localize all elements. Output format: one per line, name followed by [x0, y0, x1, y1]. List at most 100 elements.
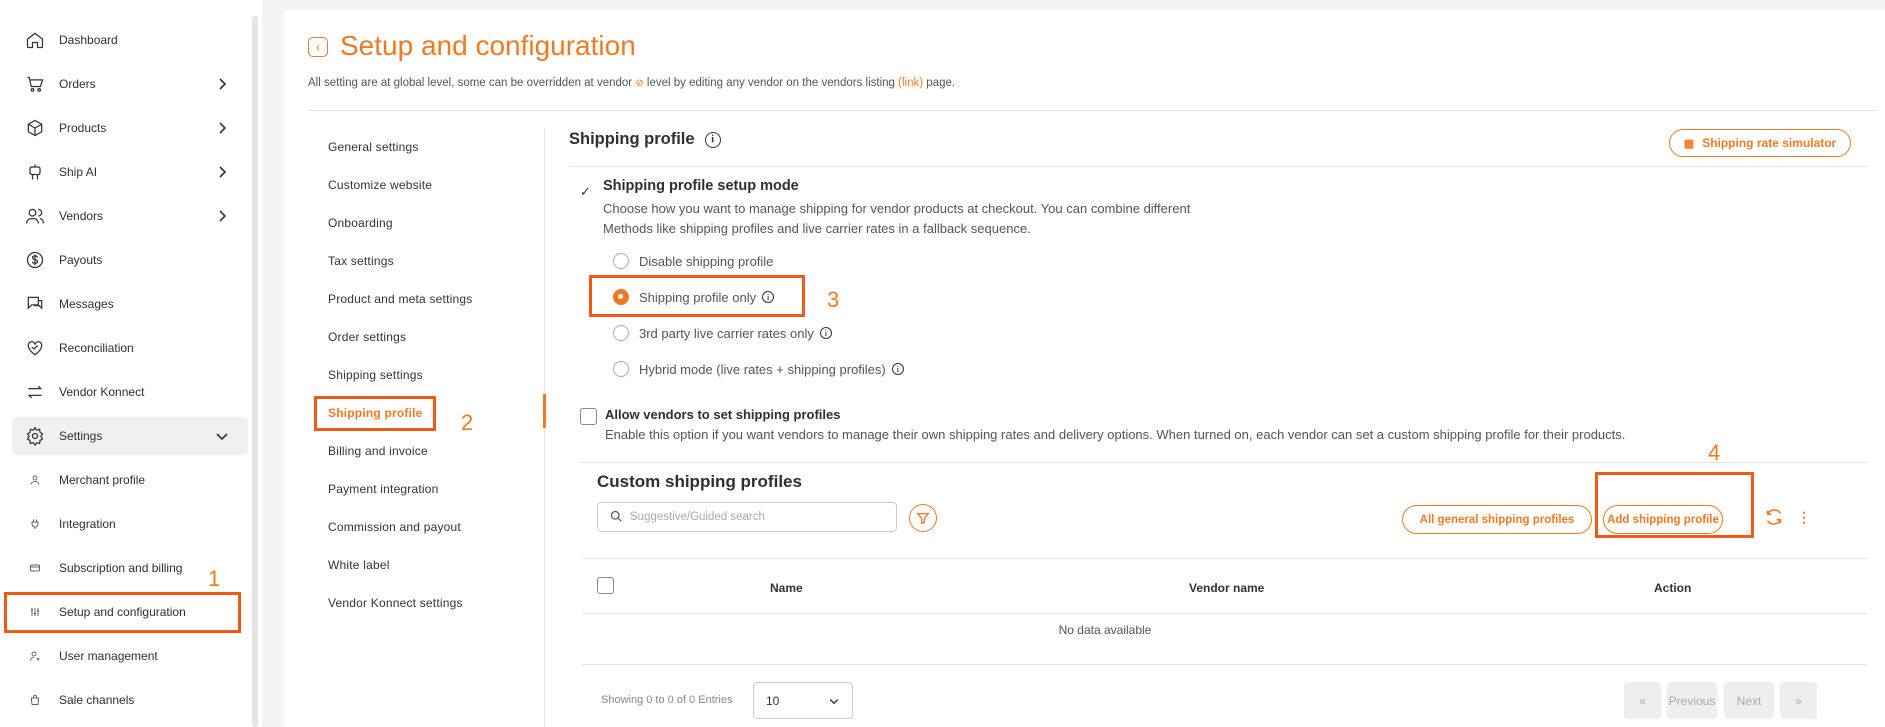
chevron-right-icon	[214, 76, 230, 92]
chevron-down-icon	[214, 428, 230, 444]
main-panel: ‹ Setup and configuration All setting ar…	[284, 10, 1885, 727]
shipping-rate-simulator-button[interactable]: ▦ Shipping rate simulator	[1669, 129, 1851, 157]
menu-white-label[interactable]: White label	[328, 558, 390, 572]
info-icon[interactable]: i	[891, 363, 904, 375]
annotation-number-3: 3	[827, 287, 840, 312]
setup-mode-description: Choose how you want to manage shipping f…	[603, 201, 1191, 236]
last-page-button[interactable]: »	[1780, 682, 1817, 719]
sidebar-item-label: Vendors	[59, 209, 104, 223]
no-data-message: No data available	[1058, 623, 1152, 637]
heart-handshake-icon	[24, 337, 46, 359]
menu-product-meta-settings[interactable]: Product and meta settings	[328, 292, 472, 306]
sidebar-subitem-merchant-profile[interactable]: Merchant profile	[12, 461, 248, 499]
sidebar-item-vendors[interactable]: Vendors	[12, 197, 248, 235]
sidebar-subitem-label: Integration	[59, 517, 116, 531]
allow-vendors-title: Allow vendors to set shipping profiles	[605, 407, 841, 422]
search-input[interactable]: Suggestive/Guided search	[597, 502, 897, 532]
radio-button[interactable]	[613, 325, 629, 341]
sidebar-item-label: Messages	[59, 297, 114, 311]
menu-payment-integration[interactable]: Payment integration	[328, 482, 439, 496]
section-title: Shipping profile i	[569, 130, 721, 149]
sidebar-scrollbar[interactable]	[252, 16, 258, 727]
sidebar-item-label: Settings	[59, 429, 103, 443]
sidebar-item-orders[interactable]: Orders	[12, 65, 248, 103]
bag-icon	[24, 689, 46, 711]
sidebar-item-label: Vendor Konnect	[59, 385, 145, 399]
chat-icon	[24, 293, 46, 315]
sidebar-item-messages[interactable]: Messages	[12, 285, 248, 323]
sidebar-item-ship-ai[interactable]: Ship AI	[12, 153, 248, 191]
rows-per-page-select[interactable]: 10	[753, 682, 853, 719]
users-icon	[24, 205, 46, 227]
sidebar-item-payouts[interactable]: Payouts	[12, 241, 248, 279]
menu-onboarding[interactable]: Onboarding	[328, 216, 393, 230]
annotation-box-4	[1595, 472, 1754, 538]
info-icon[interactable]: i	[704, 131, 721, 148]
merchant-icon	[24, 469, 46, 491]
robot-icon	[24, 161, 46, 183]
menu-commission-payout[interactable]: Commission and payout	[328, 520, 461, 534]
radio-disable-shipping-profile[interactable]: Disable shipping profile	[613, 253, 773, 269]
sidebar-subitem-label: User management	[59, 649, 158, 663]
chevron-left-icon: ‹	[316, 40, 320, 54]
first-page-button[interactable]: «	[1624, 682, 1661, 719]
menu-general-settings[interactable]: General settings	[328, 140, 419, 154]
column-header-name[interactable]: Name	[770, 581, 803, 595]
sidebar-item-label: Payouts	[59, 253, 103, 267]
dollar-icon	[24, 249, 46, 271]
radio-live-carrier-rates[interactable]: 3rd party live carrier rates only i	[613, 325, 832, 341]
filter-button[interactable]	[909, 504, 937, 532]
calculator-icon: ▦	[1683, 137, 1695, 150]
radio-button[interactable]	[613, 253, 629, 269]
radio-button[interactable]	[613, 361, 629, 377]
column-header-vendor-name[interactable]: Vendor name	[1189, 581, 1264, 595]
sidebar-item-products[interactable]: Products	[12, 109, 248, 147]
sidebar-item-label: Orders	[59, 77, 96, 91]
radio-hybrid-mode[interactable]: Hybrid mode (live rates + shipping profi…	[613, 361, 904, 377]
chevron-right-icon	[214, 164, 230, 180]
box-icon	[24, 117, 46, 139]
sidebar-item-dashboard[interactable]: Dashboard	[12, 21, 248, 59]
sidebar-subitem-label: Subscription and billing	[59, 561, 183, 575]
next-page-button[interactable]: Next	[1724, 682, 1774, 719]
table-header-border	[582, 613, 1867, 614]
menu-tax-settings[interactable]: Tax settings	[328, 254, 394, 268]
search-placeholder: Suggestive/Guided search	[630, 511, 765, 523]
filter-icon	[916, 512, 930, 525]
plug-icon	[24, 513, 46, 535]
menu-order-settings[interactable]: Order settings	[328, 330, 406, 344]
sidebar-subitem-user-management[interactable]: User management	[12, 637, 248, 675]
sidebar-subitem-sale-channels[interactable]: Sale channels	[12, 681, 248, 719]
sidebar-subitem-integration[interactable]: Integration	[12, 505, 248, 543]
menu-vendor-konnect-settings[interactable]: Vendor Konnect settings	[328, 596, 463, 610]
home-icon	[24, 29, 46, 51]
info-icon[interactable]: i	[819, 327, 832, 339]
select-all-checkbox[interactable]	[597, 577, 614, 594]
custom-divider	[580, 462, 1867, 463]
menu-shipping-settings[interactable]: Shipping settings	[328, 368, 423, 382]
allow-vendors-checkbox[interactable]	[580, 408, 597, 425]
sidebar-item-reconciliation[interactable]: Reconciliation	[12, 329, 248, 367]
sidebar-subitem-label: Merchant profile	[59, 473, 146, 487]
sidebar-item-vendor-konnect[interactable]: Vendor Konnect	[12, 373, 248, 411]
annotation-box-3	[589, 275, 805, 317]
chevron-right-icon	[214, 208, 230, 224]
cart-icon	[24, 73, 46, 95]
all-general-profiles-button[interactable]: All general shipping profiles	[1402, 505, 1592, 534]
vendors-listing-link[interactable]: (link)	[898, 77, 923, 89]
back-button[interactable]: ‹	[308, 37, 328, 57]
sidebar-item-settings[interactable]: Settings	[12, 417, 248, 455]
menu-billing-invoice[interactable]: Billing and invoice	[328, 444, 428, 458]
sidebar-item-label: Reconciliation	[59, 341, 134, 355]
previous-page-button[interactable]: Previous	[1667, 682, 1717, 719]
more-options-icon[interactable]: ⋮	[1797, 509, 1811, 526]
page-title: Setup and configuration	[340, 30, 636, 61]
menu-customize-website[interactable]: Customize website	[328, 178, 432, 192]
setup-mode-title: Shipping profile setup mode	[603, 178, 799, 194]
header-divider	[308, 110, 1878, 111]
table-top-border	[582, 558, 1867, 559]
refresh-icon[interactable]	[1763, 506, 1785, 528]
card-icon	[24, 557, 46, 579]
sidebar-subitem-label: Sale channels	[59, 693, 135, 707]
annotation-box-2	[314, 396, 436, 431]
